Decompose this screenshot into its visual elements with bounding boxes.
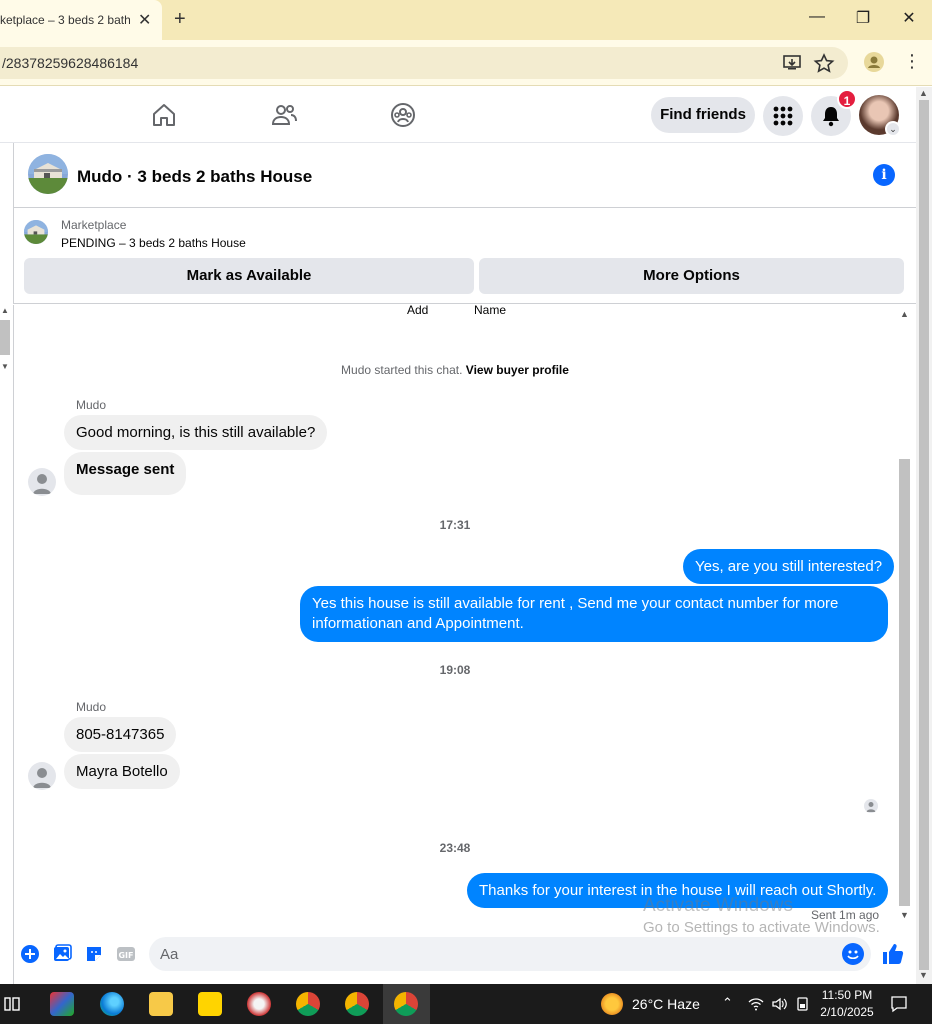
more-options-button[interactable]: More Options: [479, 258, 904, 294]
timestamp: 23:48: [439, 841, 471, 855]
speaker-icon[interactable]: [771, 996, 787, 1012]
incoming-message[interactable]: 805-8147365: [64, 717, 177, 752]
groups-icon[interactable]: [390, 102, 416, 128]
plus-circle-icon[interactable]: [20, 944, 40, 964]
svg-text:GIF: GIF: [118, 951, 133, 960]
scroll-up-arrow-icon[interactable]: ▲: [919, 88, 928, 98]
wifi-icon[interactable]: [748, 996, 764, 1012]
chrome-profile-a-icon[interactable]: [296, 992, 320, 1016]
chrome-active-icon[interactable]: [394, 992, 418, 1016]
outgoing-message[interactable]: Yes this house is still available for re…: [300, 586, 888, 642]
friends-icon[interactable]: [271, 102, 297, 128]
name-label[interactable]: Name: [474, 303, 506, 317]
incoming-message-sent-card[interactable]: Message sent: [64, 452, 187, 495]
marketplace-label: Marketplace: [61, 218, 127, 232]
home-icon[interactable]: [151, 102, 177, 128]
edge-browser-icon[interactable]: [100, 992, 124, 1016]
thumbs-up-icon[interactable]: [881, 942, 905, 966]
notification-center-icon[interactable]: [890, 995, 908, 1013]
gif-icon[interactable]: GIF: [116, 944, 136, 964]
clock-date: 2/10/2025: [820, 1005, 874, 1019]
timestamp: 19:08: [439, 663, 471, 677]
conversation-title[interactable]: Mudo · 3 beds 2 baths House: [77, 167, 312, 187]
chevron-up-icon[interactable]: ⌃: [722, 995, 733, 1011]
new-tab-icon[interactable]: +: [174, 8, 186, 31]
add-contact-label[interactable]: Add: [407, 303, 428, 317]
browser-toolbar: /28378259628486184: [0, 40, 932, 86]
sender-name: Mudo: [76, 700, 107, 714]
message-input[interactable]: [149, 937, 871, 971]
chevron-down-icon[interactable]: ⌄: [885, 121, 901, 137]
menu-button[interactable]: [763, 96, 803, 136]
listing-thumbnail-small[interactable]: [24, 220, 48, 244]
conversation-header: Mudo · 3 beds 2 baths House i: [13, 143, 916, 208]
facebook-top-nav: Find friends 1 ⌄: [0, 87, 932, 143]
mark-as-available-button[interactable]: Mark as Available: [24, 258, 474, 294]
clock-time: 11:50 PM: [821, 988, 873, 1002]
windows-taskbar: [0, 984, 932, 1024]
grid-menu-icon: [773, 106, 793, 126]
sticky-notes-icon[interactable]: [198, 992, 222, 1016]
view-buyer-profile-link[interactable]: View buyer profile: [466, 363, 569, 377]
url-text: /28378259628486184: [2, 55, 139, 71]
messages-scroll-down-icon[interactable]: ▼: [900, 910, 909, 920]
activate-windows-title: Activate Windows: [643, 895, 793, 916]
system-clock[interactable]: 11:50 PM 2/10/2025: [818, 987, 876, 1021]
close-window-icon[interactable]: ✕: [894, 8, 924, 28]
sender-avatar[interactable]: [28, 762, 56, 790]
address-bar[interactable]: /28378259628486184: [0, 47, 848, 79]
app-icon[interactable]: [50, 992, 74, 1016]
emoji-icon[interactable]: [842, 943, 864, 965]
sticker-icon[interactable]: [84, 944, 104, 964]
restore-icon[interactable]: ❐: [848, 8, 878, 28]
photo-icon[interactable]: [52, 944, 72, 964]
scroll-down-arrow-icon[interactable]: ▼: [919, 970, 928, 980]
snipping-tool-icon[interactable]: [247, 992, 271, 1016]
marketplace-listing-banner: Marketplace PENDING – 3 beds 2 baths Hou…: [13, 208, 916, 304]
install-app-icon[interactable]: [782, 53, 804, 73]
sender-name: Mudo: [76, 398, 107, 412]
incoming-message[interactable]: Mayra Botello: [64, 754, 180, 789]
tab-title: ketplace – 3 beds 2 bath: [0, 13, 130, 27]
listing-status: PENDING – 3 beds 2 baths House: [61, 236, 246, 250]
tab-close-icon[interactable]: ✕: [138, 10, 151, 30]
sender-avatar[interactable]: [28, 468, 56, 496]
bookmark-star-icon[interactable]: [813, 53, 835, 73]
page-scrollbar-thumb[interactable]: [919, 100, 929, 970]
task-view-icon[interactable]: [4, 996, 20, 1012]
file-explorer-icon[interactable]: [149, 992, 173, 1016]
left-scrollbar-thumb[interactable]: [0, 320, 10, 355]
sent-status: Sent 1m ago: [811, 908, 880, 922]
battery-icon[interactable]: [795, 996, 811, 1012]
weather-haze-icon[interactable]: [601, 993, 623, 1015]
left-scroll-up-icon[interactable]: ▲: [1, 306, 9, 315]
weather-text[interactable]: 26°C Haze: [632, 996, 700, 1012]
browser-menu-icon[interactable]: ⋮: [903, 51, 921, 72]
outgoing-message[interactable]: Yes, are you still interested?: [683, 549, 895, 584]
chrome-profile-b-icon[interactable]: [345, 992, 369, 1016]
timestamp: 17:31: [439, 518, 471, 532]
incoming-message[interactable]: Good morning, is this still available?: [64, 415, 328, 450]
find-friends-button[interactable]: Find friends: [651, 97, 755, 133]
messages-scroll-up-icon[interactable]: ▲: [900, 309, 909, 319]
read-receipt-avatar: [864, 799, 878, 813]
minimize-icon[interactable]: —: [802, 8, 832, 26]
notification-badge: 1: [837, 89, 857, 109]
browser-tab[interactable]: ketplace – 3 beds 2 bath ✕: [0, 0, 162, 40]
browser-profile-icon[interactable]: [864, 52, 884, 72]
browser-tab-bar: ketplace – 3 beds 2 bath ✕ + — ❐ ✕: [0, 0, 932, 40]
listing-thumbnail[interactable]: [28, 154, 68, 194]
chat-started-notice: Mudo started this chat. View buyer profi…: [0, 363, 910, 377]
info-icon[interactable]: i: [873, 164, 895, 186]
chat-started-text: Mudo started this chat.: [341, 363, 463, 377]
